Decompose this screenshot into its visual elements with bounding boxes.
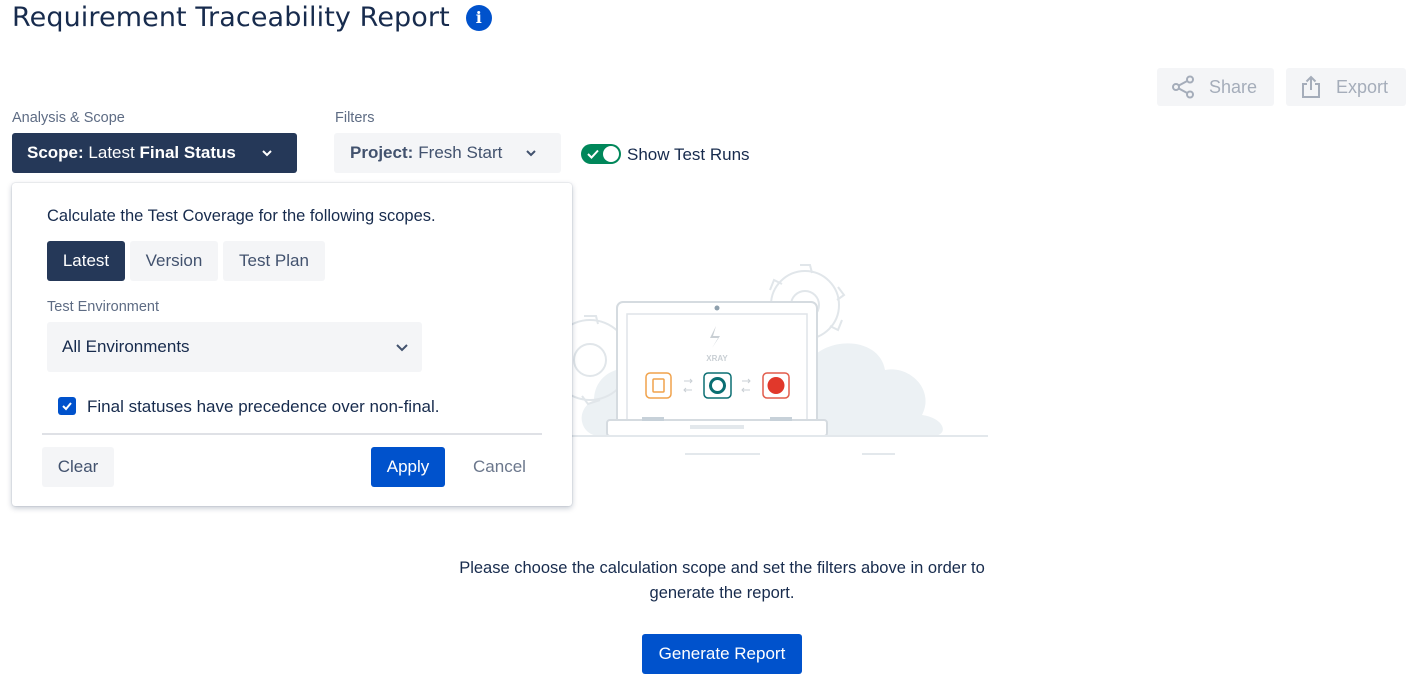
precedence-checkbox[interactable] xyxy=(58,397,76,415)
instruction-line-2: generate the report. xyxy=(649,584,795,602)
chevron-down-icon xyxy=(262,150,272,157)
apply-button[interactable]: Apply xyxy=(371,447,445,487)
show-test-runs-label: Show Test Runs xyxy=(627,145,750,164)
filters-label: Filters xyxy=(335,110,375,126)
execution-box-icon xyxy=(703,372,732,399)
share-button[interactable]: Share xyxy=(1157,68,1274,106)
analysis-scope-label: Analysis & Scope xyxy=(12,110,125,126)
instruction-text: Please choose the calculation scope and … xyxy=(422,556,1022,606)
project-filter-button[interactable]: Project: Fresh Start xyxy=(334,133,561,173)
chevron-down-icon xyxy=(526,150,536,157)
scope-dropdown-button[interactable]: Scope: Latest Final Status xyxy=(12,133,297,173)
xray-illustration: XRAY xyxy=(560,264,988,455)
export-icon xyxy=(1302,75,1320,98)
check-icon xyxy=(587,149,599,159)
test-environment-label: Test Environment xyxy=(47,299,160,315)
test-environment-value: All Environments xyxy=(62,337,190,356)
info-icon[interactable]: i xyxy=(465,4,492,31)
precedence-label[interactable]: Final statuses have precedence over non-… xyxy=(87,397,439,417)
clear-button[interactable]: Clear xyxy=(42,447,114,487)
scope-value: Latest xyxy=(88,143,135,162)
page-title-text: Requirement Traceability Report xyxy=(12,2,450,33)
share-label: Share xyxy=(1209,76,1258,97)
instruction-line-1: Please choose the calculation scope and … xyxy=(459,559,985,577)
generate-report-button[interactable]: Generate Report xyxy=(642,634,802,674)
scope-tab-test-plan[interactable]: Test Plan xyxy=(223,241,325,281)
popup-divider xyxy=(42,433,542,435)
scope-suffix: Final Status xyxy=(139,143,236,162)
toggle-knob xyxy=(603,146,619,162)
test-environment-select[interactable]: All Environments xyxy=(47,322,422,372)
show-test-runs-toggle[interactable] xyxy=(581,144,621,164)
cancel-button[interactable]: Cancel xyxy=(457,447,542,487)
check-icon xyxy=(62,402,72,411)
popup-description: Calculate the Test Coverage for the foll… xyxy=(47,207,436,225)
chevron-down-icon xyxy=(396,344,408,352)
scope-tab-latest[interactable]: Latest xyxy=(47,241,125,281)
project-prefix: Project: xyxy=(350,143,414,162)
test-box-icon xyxy=(645,372,672,399)
share-icon xyxy=(1172,75,1194,99)
project-value: Fresh Start xyxy=(418,143,503,162)
scope-prefix: Scope: xyxy=(27,143,84,162)
xray-logo-text: XRAY xyxy=(706,354,728,363)
page-title: Requirement Traceability Report i xyxy=(12,2,492,33)
scope-popup: Calculate the Test Coverage for the foll… xyxy=(12,183,572,506)
export-label: Export xyxy=(1336,76,1389,97)
scope-tab-version[interactable]: Version xyxy=(130,241,218,281)
export-button[interactable]: Export xyxy=(1286,68,1406,106)
